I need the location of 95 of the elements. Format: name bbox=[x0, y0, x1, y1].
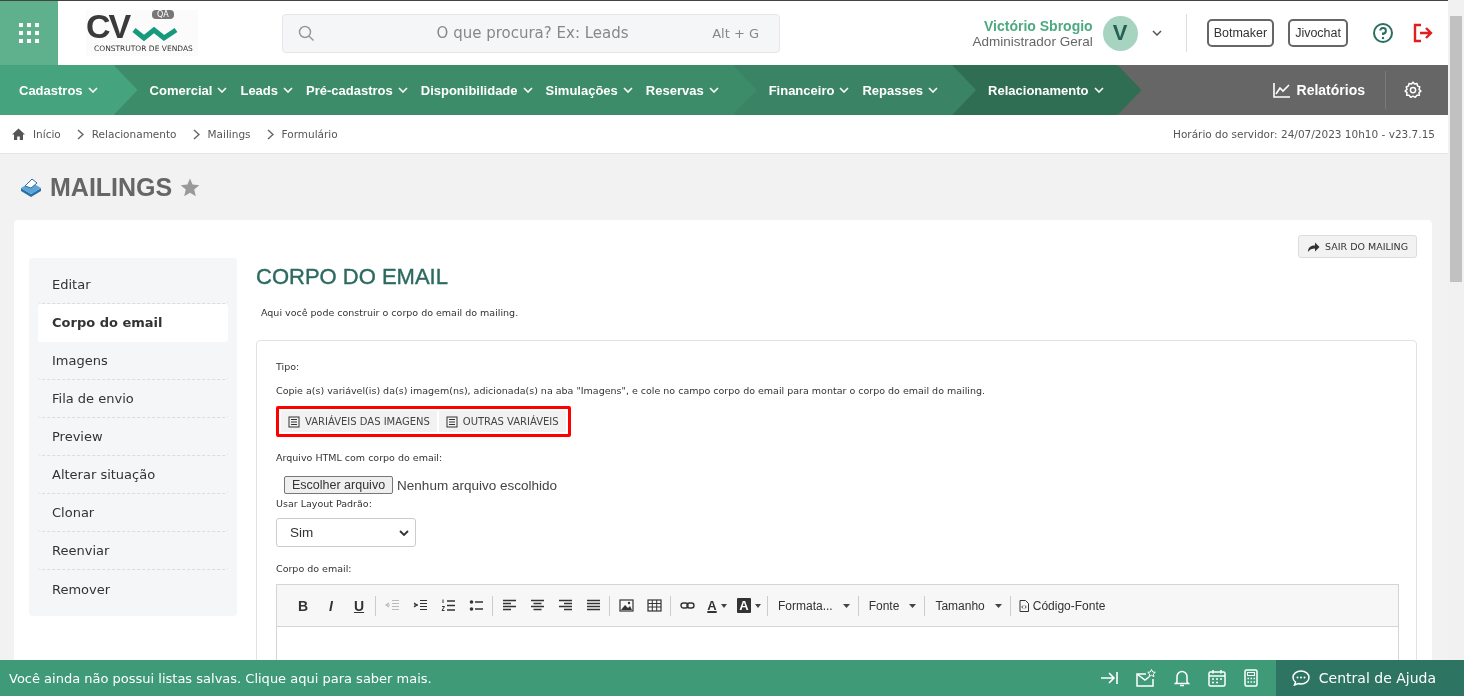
instructions-text: Copie a(s) variável(is) da(s) imagem(ns), adicionada(s) na aba "Imagens", e cole no campo corpo do email para montar o corpo do email do mailing. bbox=[276, 385, 986, 396]
breadcrumb-link[interactable]: Relacionamento bbox=[91, 128, 177, 140]
reports-link[interactable]: Relatórios bbox=[1272, 82, 1365, 98]
home-icon[interactable] bbox=[12, 128, 25, 140]
search-icon bbox=[298, 24, 315, 42]
qa-badge: QA bbox=[152, 10, 174, 19]
chat-bubble-icon bbox=[1291, 670, 1310, 686]
apps-menu-button[interactable] bbox=[0, 1, 58, 65]
help-center-button[interactable]: Central de Ajuda bbox=[1275, 660, 1464, 696]
search-input[interactable]: O que procura? Ex: Leads bbox=[315, 23, 713, 43]
sidebar-menu-item[interactable]: Remover bbox=[38, 570, 228, 608]
chevron-down-icon bbox=[87, 87, 98, 93]
nav-menu-item[interactable]: Pré-cadastros bbox=[306, 82, 408, 98]
shortcut-hint: Alt + G bbox=[712, 25, 759, 41]
mail-star-icon[interactable] bbox=[1135, 669, 1156, 687]
arrow-to-line-icon[interactable] bbox=[1099, 671, 1118, 685]
share-arrow-icon bbox=[1307, 241, 1320, 252]
chevron-down-icon[interactable] bbox=[1151, 30, 1162, 36]
sidebar-menu-item[interactable]: Clonar bbox=[38, 494, 228, 532]
file-status: Nenhum arquivo escolhido bbox=[397, 477, 557, 493]
chevron-down-icon bbox=[708, 87, 719, 93]
calendar-icon[interactable] bbox=[1207, 669, 1226, 687]
code-file-icon bbox=[1018, 599, 1029, 612]
grid-icon bbox=[17, 21, 41, 45]
server-time: Horário do servidor: 24/07/2023 10h10 - v23.7.15 bbox=[1173, 128, 1435, 140]
breadcrumb-link[interactable]: Mailings bbox=[207, 128, 251, 140]
field-label: Corpo do email: bbox=[276, 563, 352, 574]
help-icon[interactable] bbox=[1372, 22, 1394, 44]
chevron-right-icon bbox=[192, 128, 200, 140]
source-code-button[interactable]: Código-Fonte bbox=[1012, 593, 1112, 618]
nav-menu-item[interactable]: Comercial bbox=[149, 82, 228, 98]
sidebar-menu-item[interactable]: Alterar situação bbox=[38, 456, 228, 494]
format-button[interactable]: I bbox=[317, 593, 345, 618]
chevron-down-icon bbox=[839, 87, 850, 93]
nav-menu-item[interactable]: Leads bbox=[240, 82, 294, 98]
caret-icon bbox=[994, 603, 1002, 608]
format-button[interactable]: B bbox=[289, 593, 317, 618]
chevron-down-icon bbox=[522, 87, 533, 93]
nav-menu-item[interactable]: Financeiro bbox=[768, 82, 850, 98]
chevron-down-icon bbox=[397, 87, 408, 93]
field-label: Arquivo HTML com corpo do email: bbox=[276, 452, 443, 463]
chevron-right-icon bbox=[266, 128, 274, 140]
chat-integration-button[interactable]: Jivochat bbox=[1288, 19, 1348, 47]
chevron-down-icon bbox=[928, 87, 939, 93]
calculator-icon[interactable] bbox=[1243, 669, 1258, 687]
sidebar-menu-item[interactable]: Imagens bbox=[38, 342, 228, 380]
field-label: Usar Layout Padrão: bbox=[276, 498, 372, 509]
chat-integration-button[interactable]: Botmaker bbox=[1206, 19, 1275, 47]
star-icon[interactable] bbox=[180, 177, 201, 197]
field-label: Tipo: bbox=[276, 361, 300, 372]
toolbar-dropdown[interactable]: Formata... bbox=[770, 593, 856, 618]
line-chart-icon bbox=[1272, 82, 1291, 98]
chevron-down-icon bbox=[399, 529, 409, 536]
nav-menu-item[interactable]: Reservas bbox=[645, 82, 719, 98]
nav-menu-item[interactable]: Repasses bbox=[862, 82, 939, 98]
chevron-down-icon bbox=[217, 87, 228, 93]
breadcrumb-link[interactable]: Início bbox=[33, 128, 61, 140]
page-title: MAILINGS bbox=[50, 172, 173, 202]
exit-mailing-button[interactable]: SAIR DO MAILING bbox=[1298, 235, 1417, 258]
variables-button[interactable]: VARIÁVEIS DAS IMAGENS bbox=[281, 411, 437, 432]
logo-text: CV bbox=[86, 10, 130, 42]
chevron-down-icon bbox=[283, 87, 294, 93]
variables-button[interactable]: OUTRAS VARIÁVEIS bbox=[438, 411, 566, 432]
logout-icon[interactable] bbox=[1412, 23, 1434, 43]
text-color-button[interactable]: A bbox=[701, 593, 733, 618]
user-avatar[interactable]: V bbox=[1102, 15, 1138, 51]
nav-menu-item[interactable]: Disponibilidade bbox=[420, 82, 533, 98]
layout-select[interactable]: Sim bbox=[276, 518, 416, 547]
chevron-down-icon bbox=[1093, 87, 1104, 93]
caret-icon bbox=[909, 603, 917, 608]
breadcrumb-link[interactable]: Formulário bbox=[281, 128, 338, 140]
sidebar-menu-item[interactable]: Corpo do email bbox=[38, 304, 228, 342]
toolbar-dropdown[interactable]: Fonte bbox=[860, 593, 923, 618]
list-icon bbox=[445, 415, 458, 428]
sidebar-menu-item[interactable]: Reenviar bbox=[38, 532, 228, 570]
background-color-button[interactable]: A bbox=[733, 593, 765, 618]
nav-menu-item[interactable]: Relacionamento bbox=[988, 82, 1104, 98]
caret-icon bbox=[720, 603, 727, 608]
section-title: CORPO DO EMAIL bbox=[256, 264, 449, 290]
section-description: Aqui você pode construir o corpo do email do mailing. bbox=[261, 307, 520, 318]
caret-icon bbox=[842, 603, 850, 608]
list-icon bbox=[288, 415, 300, 428]
bell-icon[interactable] bbox=[1173, 669, 1190, 687]
user-role: Administrador Geral bbox=[972, 33, 1093, 49]
settings-icon[interactable] bbox=[1404, 81, 1422, 99]
format-button[interactable]: U bbox=[345, 593, 373, 618]
sidebar-menu-item[interactable]: Fila de envio bbox=[38, 380, 228, 418]
chevron-right-icon bbox=[76, 128, 84, 140]
nav-menu-item[interactable]: Simulações bbox=[545, 82, 633, 98]
chevron-down-icon bbox=[622, 87, 633, 93]
toolbar-dropdown[interactable]: Tamanho bbox=[927, 593, 1008, 618]
user-name: Victório Sbrogio bbox=[984, 17, 1093, 34]
caret-icon bbox=[754, 603, 761, 608]
choose-file-button[interactable]: Escolher arquivo bbox=[284, 476, 394, 494]
sidebar-menu-item[interactable]: Preview bbox=[38, 418, 228, 456]
